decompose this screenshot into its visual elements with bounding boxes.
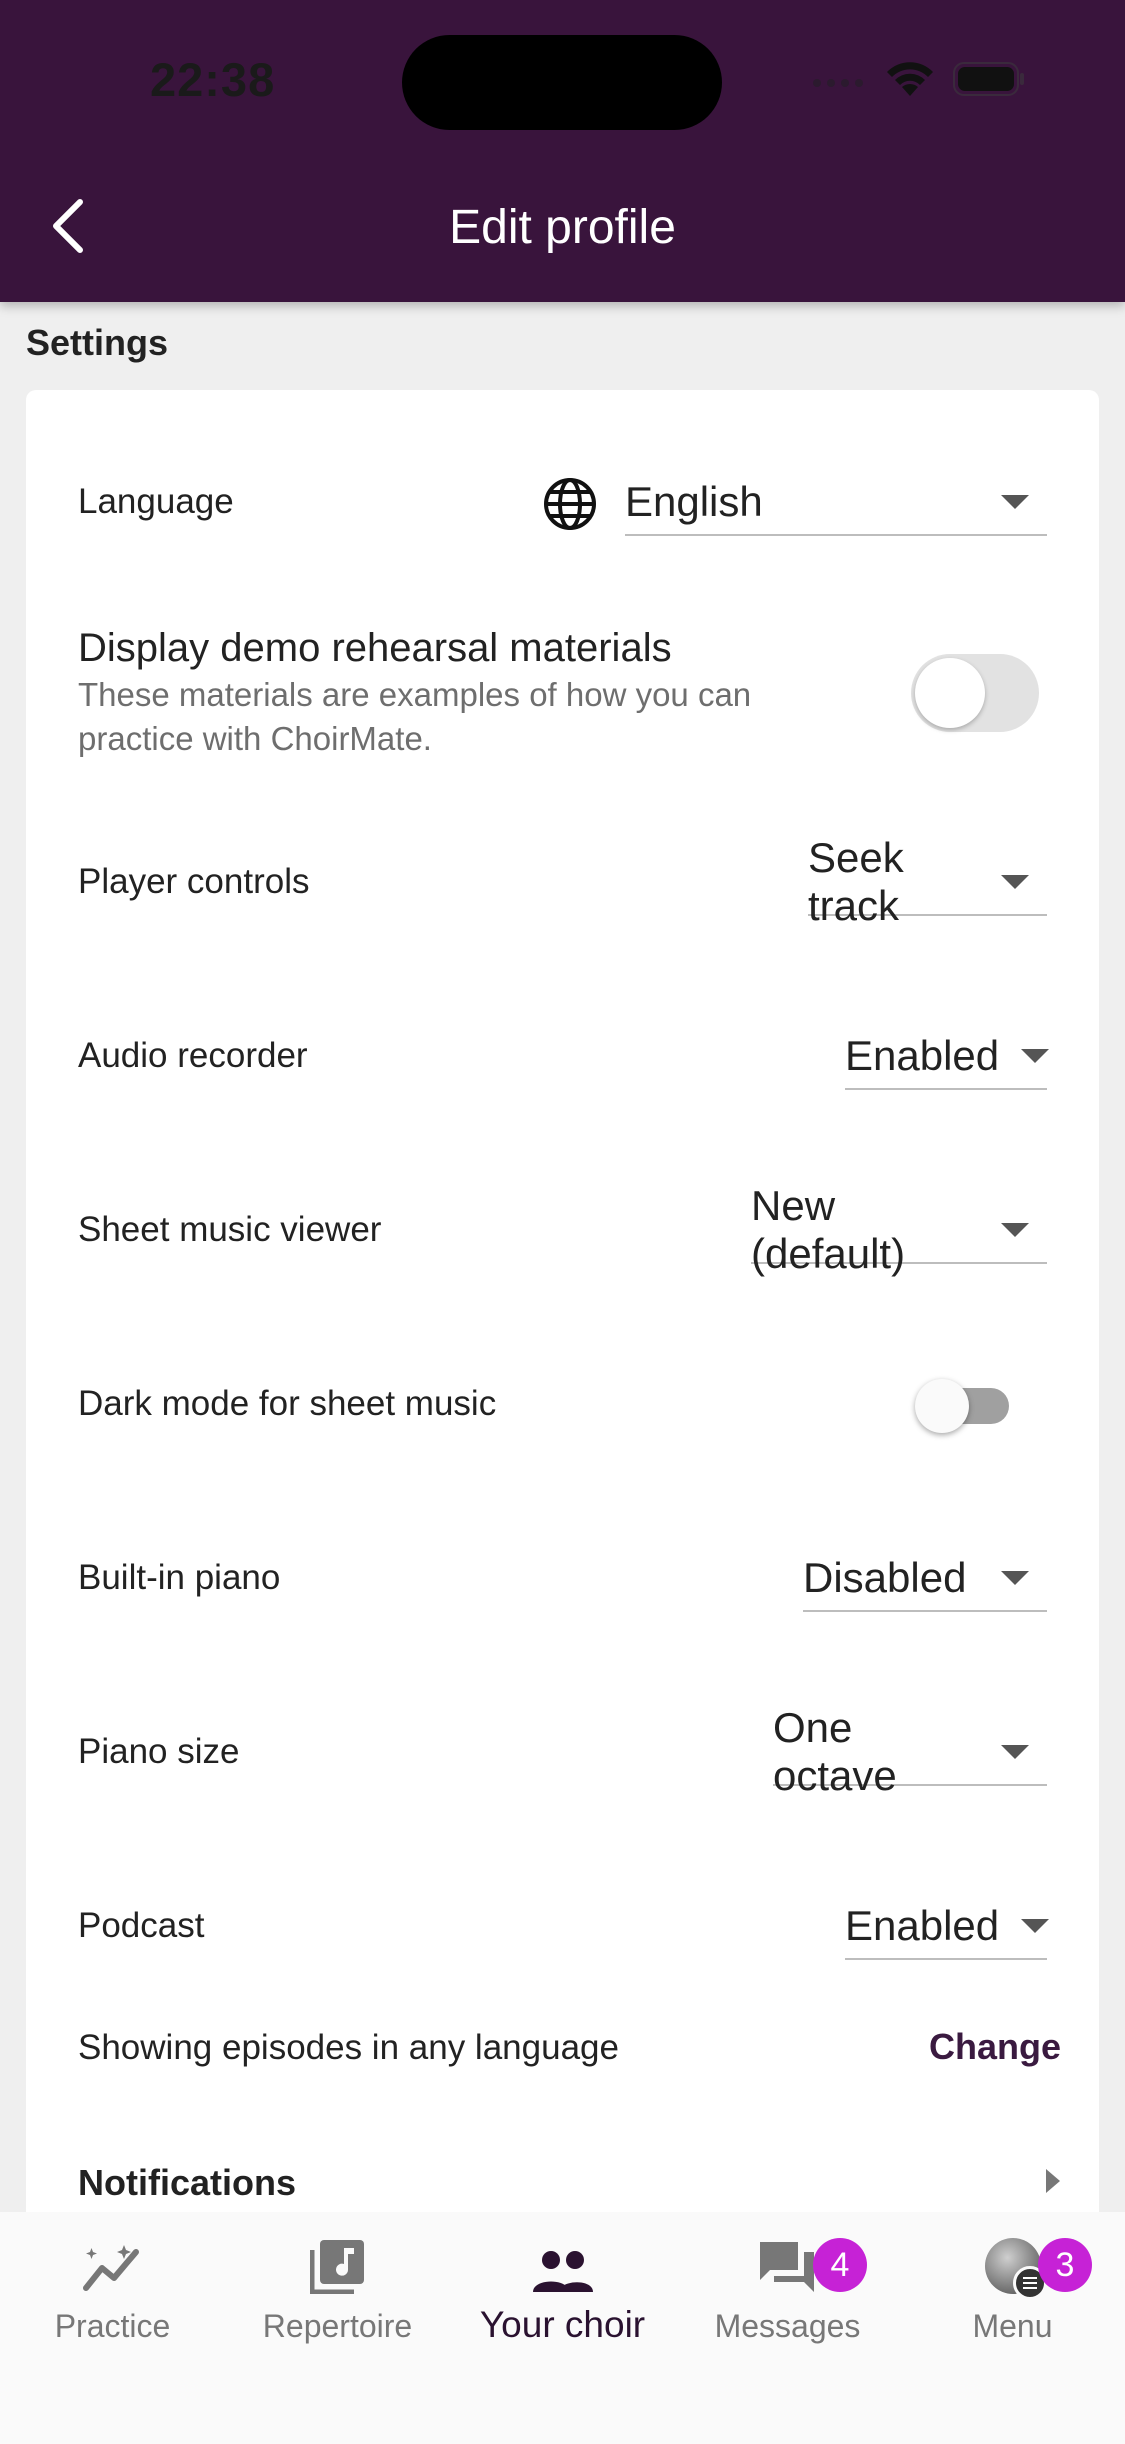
avatar bbox=[984, 2238, 1047, 2300]
dark-mode-label: Dark mode for sheet music bbox=[78, 1384, 497, 1423]
settings-section-title: Settings bbox=[26, 322, 169, 363]
piano-size-value: One octave bbox=[773, 1704, 897, 1799]
demo-description-2: practice with ChoirMate. bbox=[78, 720, 432, 757]
episodes-label: Showing episodes in any language bbox=[78, 2028, 619, 2067]
nav-practice[interactable]: Practice bbox=[0, 2232, 225, 2345]
toggle-knob bbox=[915, 658, 985, 728]
sheet-viewer-value: New (default) bbox=[751, 1182, 906, 1277]
people-icon bbox=[532, 2251, 593, 2292]
toggle-knob bbox=[915, 1379, 969, 1433]
language-value: English bbox=[625, 478, 763, 525]
caret-down-icon bbox=[1021, 1049, 1050, 1063]
messages-badge: 4 bbox=[813, 2238, 867, 2292]
nav-label: Your choir bbox=[479, 2304, 646, 2345]
piano-value: Disabled bbox=[803, 1554, 967, 1601]
caret-down-icon bbox=[1001, 495, 1029, 509]
sheet-viewer-label: Sheet music viewer bbox=[78, 1210, 382, 1249]
nav-label: Practice bbox=[54, 2308, 171, 2344]
battery-icon bbox=[953, 62, 1024, 96]
player-controls-label: Player controls bbox=[78, 862, 310, 901]
nav-label: Repertoire bbox=[262, 2308, 413, 2344]
demo-description-1: These materials are examples of how you … bbox=[78, 676, 752, 713]
caret-down-icon bbox=[1001, 1223, 1029, 1237]
piano-size-select[interactable]: One octave bbox=[773, 1704, 1047, 1799]
language-select[interactable]: English bbox=[625, 470, 1047, 536]
sheet-viewer-select[interactable]: New (default) bbox=[751, 1182, 1047, 1277]
nav-your-choir[interactable]: Your choir bbox=[450, 2232, 675, 2346]
podcast-label: Podcast bbox=[78, 1906, 205, 1945]
caret-down-icon bbox=[1001, 1745, 1029, 1759]
nav-label: Menu bbox=[972, 2308, 1053, 2344]
chat-icon bbox=[759, 2242, 814, 2292]
piano-label: Built-in piano bbox=[78, 1558, 281, 1597]
bottom-navigation: Practice Repertoire Your choir Messages … bbox=[0, 2212, 1125, 2444]
change-episodes-link[interactable]: Change bbox=[929, 2026, 1061, 2068]
chevron-right-icon[interactable] bbox=[1043, 2166, 1063, 2196]
language-label: Language bbox=[78, 482, 234, 521]
caret-down-icon bbox=[1021, 1919, 1050, 1933]
dark-mode-toggle[interactable] bbox=[915, 1379, 1009, 1433]
caret-down-icon bbox=[1001, 875, 1029, 889]
nav-repertoire[interactable]: Repertoire bbox=[225, 2232, 450, 2345]
status-time: 22:38 bbox=[150, 53, 276, 106]
audio-recorder-label: Audio recorder bbox=[78, 1036, 308, 1075]
nav-label: Messages bbox=[714, 2308, 861, 2344]
status-icons bbox=[811, 60, 1025, 98]
menu-badge: 3 bbox=[1038, 2238, 1092, 2292]
player-controls-value: Seek track bbox=[808, 834, 904, 929]
dynamic-island bbox=[402, 35, 722, 130]
piano-select[interactable]: Disabled bbox=[803, 1546, 1047, 1612]
signal-icon bbox=[813, 79, 863, 87]
demo-toggle[interactable] bbox=[911, 654, 1039, 732]
globe-icon bbox=[544, 478, 596, 530]
practice-chart-icon bbox=[82, 2245, 139, 2291]
demo-title: Display demo rehearsal materials bbox=[78, 626, 672, 670]
player-controls-select[interactable]: Seek track bbox=[808, 834, 1047, 929]
wifi-icon bbox=[887, 62, 933, 96]
music-note-icon bbox=[309, 2240, 364, 2294]
piano-size-label: Piano size bbox=[78, 1732, 240, 1771]
audio-recorder-select[interactable]: Enabled bbox=[845, 1024, 1050, 1090]
app-header: 22:38 Edit profile bbox=[0, 0, 1125, 302]
podcast-select[interactable]: Enabled bbox=[845, 1894, 1050, 1960]
page-title: Edit profile bbox=[449, 201, 676, 254]
nav-messages[interactable]: Messages 4 bbox=[675, 2232, 900, 2345]
audio-recorder-value: Enabled bbox=[845, 1032, 1000, 1079]
podcast-value: Enabled bbox=[845, 1902, 1000, 1949]
nav-menu[interactable]: Menu 3 bbox=[900, 2232, 1125, 2345]
notifications-label: Notifications bbox=[78, 2162, 297, 2203]
settings-card: Language English Display demo rehearsal … bbox=[26, 390, 1099, 2290]
caret-down-icon bbox=[1001, 1571, 1029, 1585]
